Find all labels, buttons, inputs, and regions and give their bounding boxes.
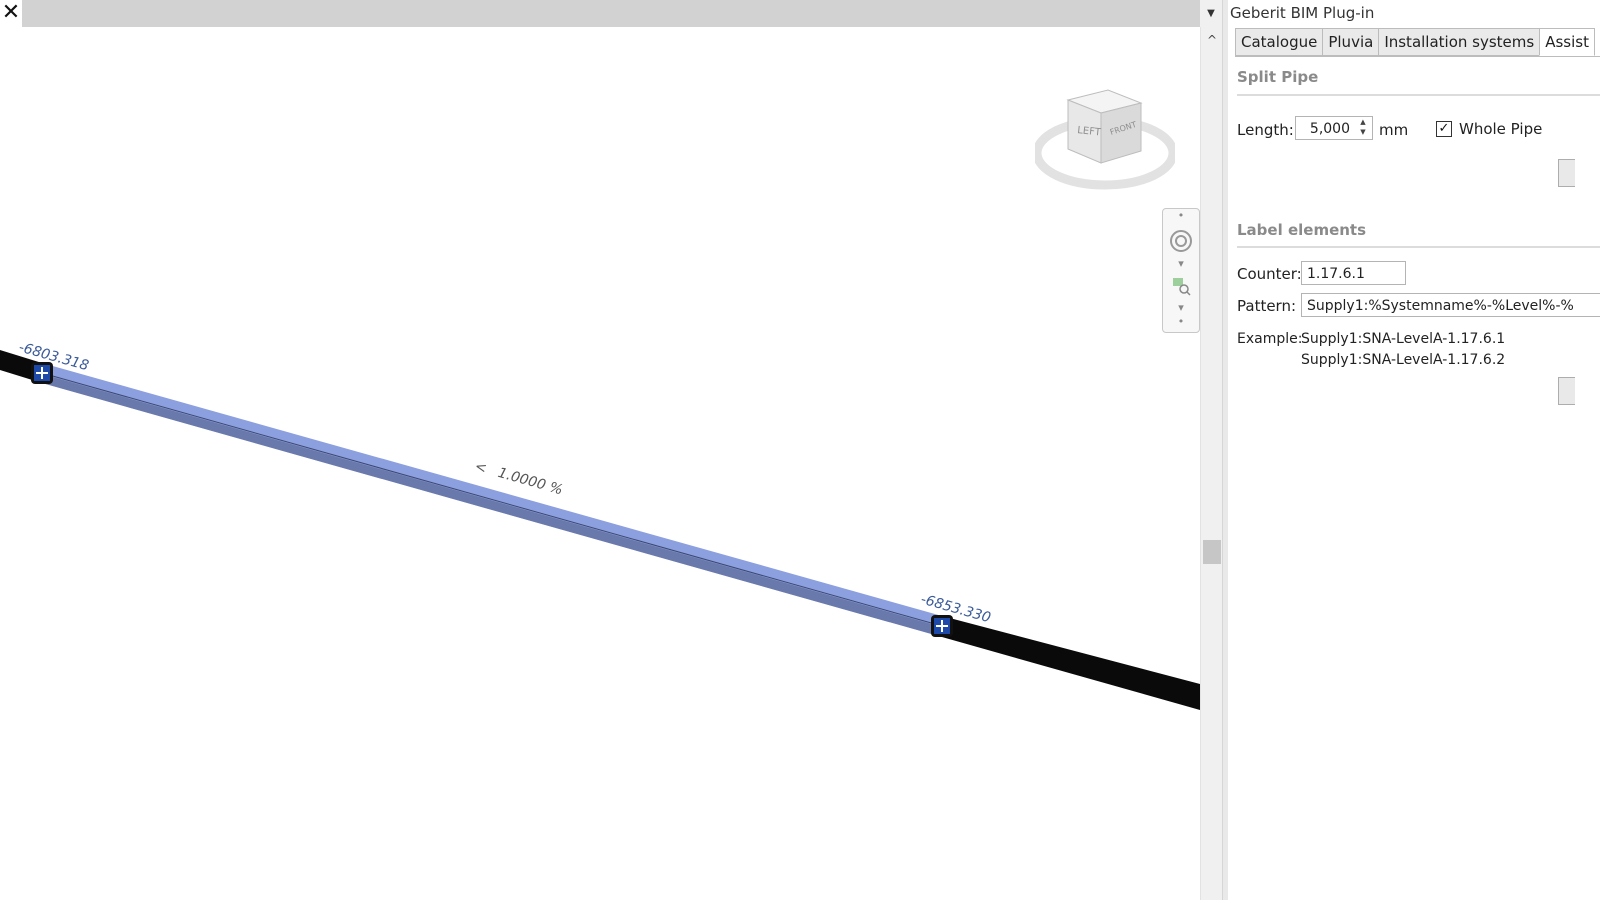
zoom-icon[interactable] [1163,275,1199,300]
zoom-dropdown-icon[interactable]: ▾ [1163,301,1199,314]
split-pipe-action-button[interactable] [1558,159,1575,187]
steering-wheel-dropdown-icon[interactable]: ▾ [1163,257,1199,270]
pipe-scene[interactable]: -6803.318 -6853.330 < 1.0000 % [0,0,1200,900]
pipe-centerline [41,372,943,627]
pattern-input[interactable]: Supply1:%Systemname%-%Level%-% [1301,293,1600,317]
navbar-close-icon[interactable]: • [1163,209,1199,222]
scroll-thumb[interactable] [1203,540,1221,564]
steering-wheel-icon[interactable] [1163,229,1199,256]
selected-pipe-shadow [42,374,942,637]
pipe-segment-right[interactable] [942,616,1200,710]
example-label: Example: [1237,331,1303,347]
length-spinner[interactable]: ▲ ▼ [1355,117,1371,139]
length-label: Length: [1237,121,1294,139]
split-pipe-divider [1237,94,1600,96]
tab-assist[interactable]: Assist [1539,28,1595,56]
view-header-bar [22,0,1200,27]
slope-arrow-icon: < [473,458,489,477]
example-line-2: Supply1:SNA-LevelA-1.17.6.2 [1301,352,1506,368]
length-input[interactable]: 5,000 ▲ ▼ [1295,116,1373,140]
checkmark-icon: ✓ [1438,121,1450,136]
navbar-options-icon[interactable]: • [1163,315,1199,328]
viewport-vertical-scrollbar[interactable]: ^ [1200,27,1223,900]
scroll-up-arrow-icon[interactable]: ^ [1201,31,1223,49]
split-pipe-title: Split Pipe [1237,68,1319,86]
slope-value-label: 1.0000 % [496,465,565,498]
tab-divider [1235,56,1600,57]
close-view-button[interactable]: ✕ [0,0,22,27]
model-viewport[interactable]: -6803.318 -6853.330 < 1.0000 % LEFT FRON… [0,0,1200,900]
whole-pipe-checkbox[interactable]: ✓ [1436,121,1452,137]
pattern-label: Pattern: [1237,297,1297,315]
panel-tabs: Catalogue Pluvia Installation systems Assis… [1235,28,1600,56]
tab-installation-systems[interactable]: Installation systems [1378,28,1541,56]
navigation-bar[interactable]: • ▾ ▾ • [1162,208,1200,333]
geberit-plugin-panel: Geberit BIM Plug-in Catalogue Pluvia Insta… [1228,0,1600,900]
length-value: 5,000 [1309,121,1350,137]
viewcube[interactable]: LEFT FRONT [1035,85,1175,190]
pipe-end-grip[interactable] [931,615,953,637]
whole-pipe-label[interactable]: Whole Pipe [1459,120,1542,138]
counter-label: Counter: [1237,265,1302,283]
label-elements-action-button[interactable] [1558,377,1575,405]
length-unit-label: mm [1379,121,1409,139]
counter-input[interactable]: 1.17.6.1 [1301,261,1406,285]
panel-collapse-button[interactable]: ▼ [1200,0,1222,27]
label-elements-title: Label elements [1237,221,1367,239]
pipe-start-grip[interactable] [31,362,53,384]
tab-pluvia[interactable]: Pluvia [1322,28,1380,56]
panel-title: Geberit BIM Plug-in [1230,4,1375,22]
example-line-1: Supply1:SNA-LevelA-1.17.6.1 [1301,331,1506,347]
tab-catalogue[interactable]: Catalogue [1235,28,1324,56]
label-elements-divider [1237,246,1600,248]
